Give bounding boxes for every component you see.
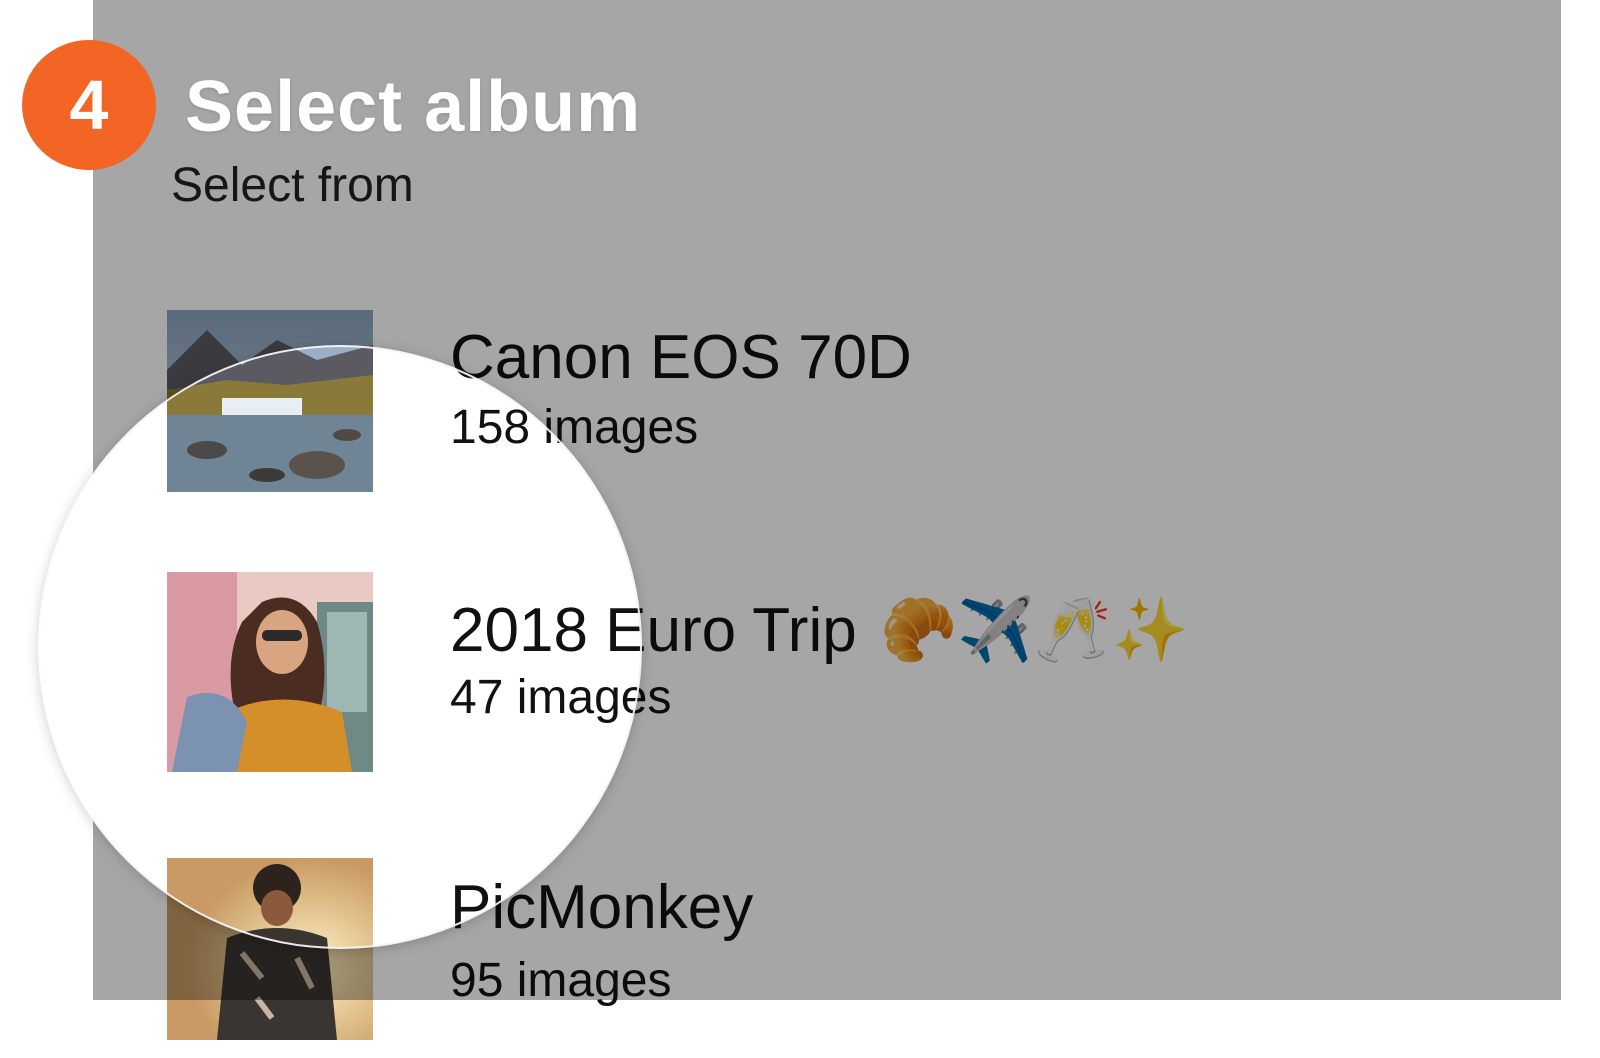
- album-item-picmonkey[interactable]: PicMonkey 95 images: [167, 858, 640, 947]
- album-name: PicMonkey: [450, 873, 640, 942]
- album-count: 158 images: [450, 401, 640, 454]
- woman-sunglasses-thumbnail: [167, 572, 373, 772]
- page-title: Select album: [185, 67, 642, 147]
- album-item-canon[interactable]: Canon EOS 70D 158 images: [167, 347, 640, 510]
- magnifier-content: Select from Canon EOS 70D 158: [40, 347, 640, 947]
- album-name: Canon EOS 70D: [450, 347, 640, 392]
- magnifier-circle: Select from Canon EOS 70D 158: [40, 347, 640, 947]
- album-name: 2018 Euro Trip 🥐✈️🥂✨: [450, 594, 640, 667]
- croissant-plane-champagne-sparkles-icon: 🥐✈️🥂✨: [879, 596, 1189, 665]
- album-name-text: 2018 Euro Trip: [450, 596, 640, 665]
- album-item-euro-trip[interactable]: 2018 Euro Trip 🥐✈️🥂✨ 47 images: [167, 572, 640, 772]
- step-number-badge: 4: [22, 40, 156, 170]
- waterfall-landscape-thumbnail: [167, 347, 373, 492]
- album-count: 47 images: [450, 671, 640, 724]
- select-from-label: Select from: [171, 159, 414, 212]
- man-sunset-thumbnail: [167, 858, 373, 947]
